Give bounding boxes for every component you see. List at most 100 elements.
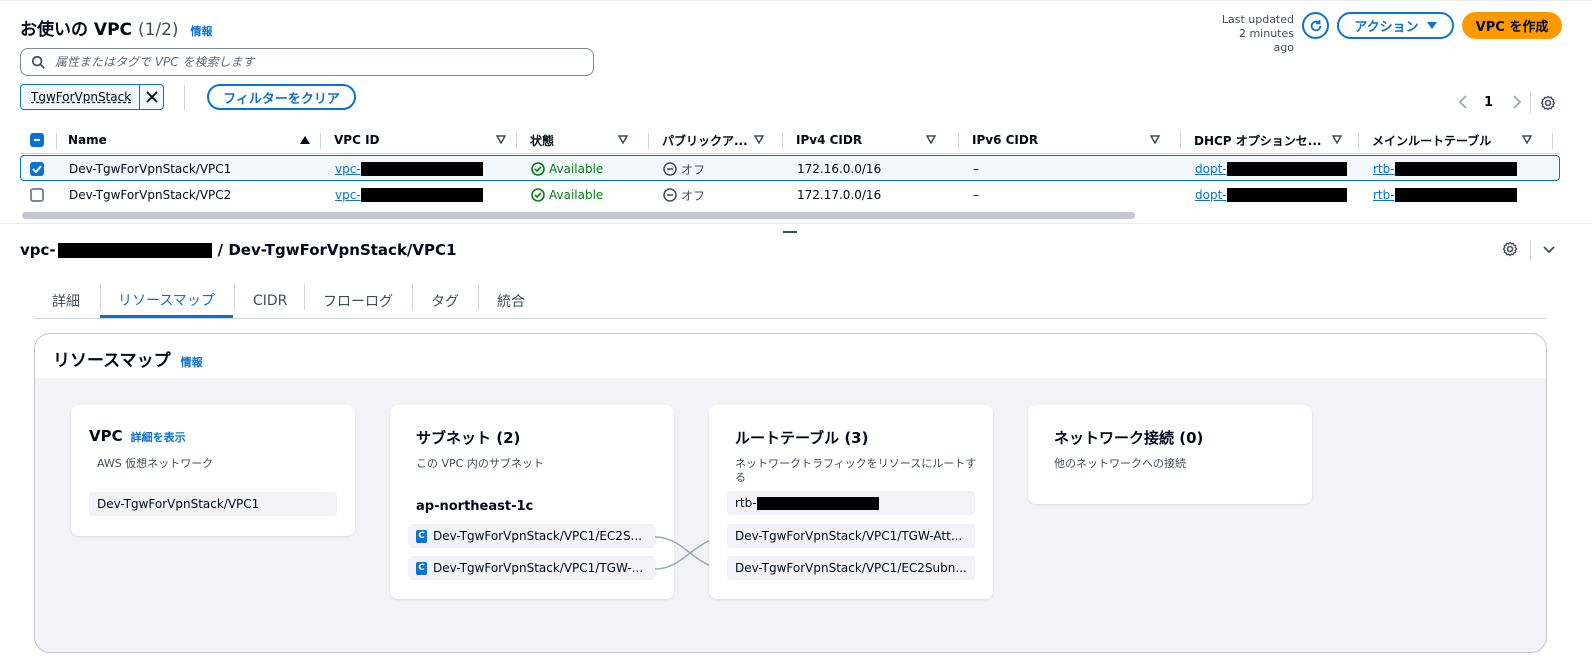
ipv6-cidr: – <box>973 162 979 176</box>
remove-filter-button[interactable] <box>140 91 163 103</box>
sort-icon <box>754 135 764 144</box>
page-number[interactable]: 1 <box>1484 95 1493 110</box>
route-table-node[interactable]: rtb- <box>727 491 975 515</box>
column-header-vpc-id[interactable]: VPC ID <box>334 126 516 154</box>
vpc-id-link[interactable]: vpc- <box>335 182 483 208</box>
tab-flow-logs[interactable]: フローログ <box>323 284 393 318</box>
filter-token-label[interactable]: TgwForVpnStack <box>21 85 141 109</box>
route-table-link[interactable]: rtb- <box>1373 156 1517 182</box>
create-vpc-button[interactable]: VPC を作成 <box>1462 12 1562 39</box>
resource-map-title: リソースマップ 情報 <box>53 346 203 371</box>
gear-icon <box>1540 95 1556 111</box>
table-preferences-button[interactable] <box>1540 95 1556 115</box>
tab-integrations[interactable]: 統合 <box>497 284 525 318</box>
subnet-node[interactable]: C Dev-TgwForVpnStack/VPC1/TGW-... <box>408 556 656 580</box>
redacted-block <box>1394 188 1517 202</box>
vpc-card-title-text: VPC <box>89 427 123 445</box>
rtb-prefix[interactable]: rtb- <box>1373 162 1395 176</box>
search-input[interactable] <box>53 54 573 70</box>
view-details-link[interactable]: 詳細を表示 <box>131 429 186 445</box>
public-access-status: オフ <box>663 182 705 208</box>
gear-icon <box>1502 241 1518 257</box>
column-header-label: Name <box>68 133 107 147</box>
next-page-button[interactable] <box>1508 94 1524 114</box>
tab-divider <box>478 284 479 310</box>
info-link[interactable]: 情報 <box>190 25 212 38</box>
column-header-label: VPC ID <box>334 133 380 147</box>
column-divider <box>1358 133 1359 149</box>
column-header-label: DHCP オプションセ... <box>1194 133 1322 148</box>
dhcp-options-link[interactable]: dopt- <box>1195 182 1347 208</box>
last-updated: Last updated 2 minutes ago <box>1218 13 1294 55</box>
network-connections-card-description: 他のネットワークへの接続 <box>1054 457 1186 470</box>
column-header-name[interactable]: Name <box>68 126 320 154</box>
tab-resource-map[interactable]: リソースマップ <box>100 284 233 318</box>
dhcp-options-link[interactable]: dopt- <box>1195 156 1347 182</box>
vpc-id-prefix[interactable]: vpc- <box>335 162 361 176</box>
detail-tabs: 詳細 リソースマップ CIDR フローログ タグ 統合 <box>34 284 1546 319</box>
sort-icon <box>1522 135 1532 144</box>
page-title: お使いの VPC (1/2) 情報 <box>20 15 212 40</box>
selection-count: (1/2) <box>137 20 179 40</box>
tab-tags[interactable]: タグ <box>431 284 459 318</box>
stopped-icon <box>663 162 677 176</box>
column-divider <box>958 133 959 149</box>
column-divider <box>320 133 321 149</box>
caret-down-icon <box>1426 21 1437 29</box>
success-icon <box>531 162 545 176</box>
column-header-state[interactable]: 状態 <box>530 126 638 154</box>
info-link[interactable]: 情報 <box>181 354 203 370</box>
column-header-ipv6-cidr[interactable]: IPv6 CIDR <box>972 126 1170 154</box>
tab-divider <box>304 284 305 310</box>
column-header-label: パブリックア... <box>662 133 748 148</box>
collapse-panel-button[interactable] <box>1542 243 1556 261</box>
select-all-indicator <box>30 133 44 147</box>
status-text: Available <box>549 162 604 176</box>
public-access-status: オフ <box>663 156 705 182</box>
table-row[interactable]: Dev-TgwForVpnStack/VPC2 vpc- Available オ… <box>20 182 1560 208</box>
horizontal-scrollbar[interactable] <box>22 212 1135 219</box>
column-header-label: IPv4 CIDR <box>796 133 863 147</box>
route-table-prefix: rtb- <box>735 496 757 510</box>
vpc-id-link[interactable]: vpc- <box>335 156 483 182</box>
row-checkbox[interactable] <box>30 182 44 208</box>
table-row[interactable]: Dev-TgwForVpnStack/VPC1 vpc- Available オ… <box>20 155 1560 181</box>
clear-filters-button[interactable]: フィルターをクリア <box>207 84 356 110</box>
dhcp-prefix[interactable]: dopt- <box>1195 188 1227 202</box>
route-table-link[interactable]: rtb- <box>1373 182 1517 208</box>
tab-details[interactable]: 詳細 <box>52 284 80 318</box>
table-header: Name VPC ID 状態 パブリックア... IPv4 CIDR IPv6 … <box>20 126 1560 154</box>
search-field[interactable] <box>20 48 594 76</box>
tab-divider <box>234 284 235 310</box>
column-header-ipv4-cidr[interactable]: IPv4 CIDR <box>796 126 946 154</box>
split-panel-resize-handle[interactable] <box>783 231 797 233</box>
actions-button[interactable]: アクション <box>1337 12 1454 39</box>
resource-map-title-text: リソースマップ <box>53 351 171 371</box>
tab-cidr[interactable]: CIDR <box>253 284 287 318</box>
redacted-block <box>756 496 879 510</box>
column-header-dhcp-options[interactable]: DHCP オプションセ... <box>1194 126 1352 154</box>
detail-preferences-button[interactable] <box>1502 241 1518 261</box>
vpc-id-prefix[interactable]: vpc- <box>335 188 361 202</box>
column-header-public-access[interactable]: パブリックア... <box>662 126 774 154</box>
rtb-prefix[interactable]: rtb- <box>1373 188 1395 202</box>
refresh-icon <box>1310 19 1321 31</box>
refresh-button[interactable] <box>1302 12 1329 39</box>
route-table-node[interactable]: Dev-TgwForVpnStack/VPC1/EC2Subn... <box>727 556 975 580</box>
previous-page-button[interactable] <box>1456 94 1472 114</box>
select-all-checkbox[interactable] <box>30 126 46 154</box>
sort-icon <box>1150 135 1160 144</box>
vpc-name: Dev-TgwForVpnStack/VPC1 <box>69 162 232 176</box>
route-table-node[interactable]: Dev-TgwForVpnStack/VPC1/TGW-Att... <box>727 524 975 548</box>
column-divider <box>782 133 783 149</box>
dhcp-prefix[interactable]: dopt- <box>1195 162 1227 176</box>
route-tables-card-title: ルートテーブル (3) <box>735 429 869 447</box>
row-checkbox[interactable] <box>30 156 44 182</box>
actions-button-label: アクション <box>1354 20 1419 35</box>
column-header-main-route-table[interactable]: メインルートテーブル <box>1372 126 1542 154</box>
vpc-card-description: AWS 仮想ネットワーク <box>97 457 214 470</box>
subnet-node[interactable]: C Dev-TgwForVpnStack/VPC1/EC2S... <box>408 524 656 548</box>
vpc-node[interactable]: Dev-TgwForVpnStack/VPC1 <box>89 492 337 516</box>
availability-zone-label: ap-northeast-1c <box>416 499 534 514</box>
filter-token: TgwForVpnStack <box>20 84 164 110</box>
